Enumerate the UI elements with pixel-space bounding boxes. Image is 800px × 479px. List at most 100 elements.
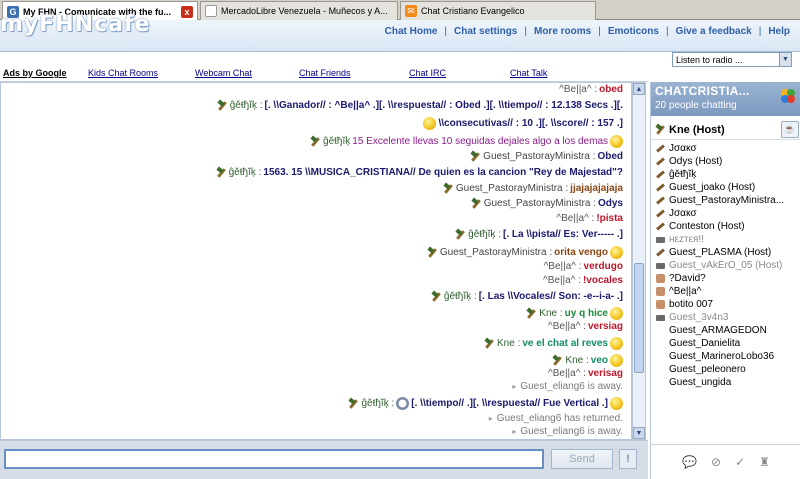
message-nick[interactable]: ^Be||a^ : [544, 261, 582, 272]
chat-message: ^Be||a^ : obed [559, 84, 623, 95]
message-nick[interactable]: Kne : [565, 355, 588, 366]
chat-scrollbar[interactable]: ▲ ▼ [632, 82, 646, 440]
message-nick[interactable]: Guest_PastorayMinistra : [484, 198, 596, 209]
hammer-icon [654, 156, 667, 167]
ad-link-chat-friends[interactable]: Chat Friends [299, 68, 351, 78]
chat-message: ^Be||a^ : !vocales [543, 275, 623, 286]
hammer-icon [443, 184, 453, 194]
nav-chat-settings[interactable]: Chat settings [454, 26, 517, 37]
message-nick[interactable]: ĝěŧђĭķ : [229, 167, 262, 178]
chat-bubble-icon[interactable]: 💬 [682, 455, 697, 469]
ad-link-chat-talk[interactable]: Chat Talk [510, 68, 547, 78]
chat-message: ĝěŧђĭķ 15 Excelente llevas 10 seguidas d… [310, 135, 623, 148]
user-item[interactable]: Jσαкσ [651, 207, 800, 220]
site-header: myFHNcafe Chat Home | Chat settings | More… [0, 12, 800, 52]
message-text: jjajajajajaja [570, 183, 623, 194]
message-nick[interactable]: ĝěŧђĭķ : [230, 100, 263, 111]
scroll-up-icon[interactable]: ▲ [633, 83, 645, 95]
alert-button[interactable]: ! [619, 449, 637, 469]
message-nick[interactable]: Guest_PastorayMinistra : [483, 151, 595, 162]
hammer-icon [526, 309, 536, 319]
user-item[interactable]: Guest_joako (Host) [651, 181, 800, 194]
system-message: Guest_eliang6 is away. [520, 381, 623, 392]
smiley-icon [610, 397, 623, 410]
message-input-bar: Send ! [0, 440, 648, 479]
message-nick[interactable]: Guest_PastorayMinistra : [456, 183, 568, 194]
user-item[interactable]: botito 007 [651, 298, 800, 311]
user-item[interactable]: Guest_vAkErO_05 (Host) [651, 259, 800, 272]
user-item[interactable]: Guest_MarineroLobo36 [651, 350, 800, 363]
user-item[interactable]: Guest_peleonero [651, 363, 800, 376]
messenger-logo-icon [781, 89, 795, 103]
close-icon[interactable]: x [181, 5, 193, 18]
message-text: orita vengo [554, 247, 608, 258]
ad-link-kids-chat-rooms[interactable]: Kids Chat Rooms [88, 68, 158, 78]
message-input[interactable] [4, 449, 544, 469]
user-list: Jσαкσ Odys (Host) ĝěŧђĭķ Guest_joako (Ho… [651, 142, 800, 444]
user-item[interactable]: Guest_PLASMA (Host) [651, 246, 800, 259]
chat-messages: ^Be||a^ : obed ĝěŧђĭķ : [. \\Ganador// :… [0, 82, 632, 440]
message-nick[interactable]: ĝěŧђĭķ [323, 136, 350, 147]
user-item[interactable]: нεzтεя!! [651, 233, 800, 246]
hammer-icon [471, 199, 481, 209]
user-item[interactable]: Guest_ungida [651, 376, 800, 389]
ads-by-google-label[interactable]: Ads by Google [3, 68, 67, 78]
nav-give-feedback[interactable]: Give a feedback [676, 26, 752, 37]
kick-icon[interactable]: ♜ [759, 455, 770, 469]
message-text: obed [599, 84, 623, 95]
message-nick[interactable]: Kne : [539, 308, 562, 319]
site-logo[interactable]: myFHNcafe [0, 12, 151, 37]
user-item[interactable]: ĝěŧђĭķ [651, 168, 800, 181]
browser-tab-chat-cristiano[interactable]: ✉ Chat Cristiano Evangelico [400, 1, 596, 20]
checkmark-icon[interactable]: ✓ [735, 455, 745, 469]
user-item[interactable]: Odys (Host) [651, 155, 800, 168]
ad-link-chat-irc[interactable]: Chat IRC [409, 68, 446, 78]
message-nick[interactable]: Guest_PastorayMinistra : [440, 247, 552, 258]
message-nick[interactable]: ^Be||a^ : [559, 84, 597, 95]
browser-tab-mercadolibre[interactable]: MercadoLibre Venezuela - Muñecos y A... [200, 1, 398, 20]
user-item[interactable]: Jσαкσ [651, 142, 800, 155]
message-nick[interactable]: ^Be||a^ : [548, 321, 586, 332]
message-nick[interactable]: Kne : [497, 338, 520, 349]
chat-message: Guest_PastorayMinistra : Odys [471, 198, 623, 209]
radio-select[interactable]: Listen to radio ... ▼ [672, 52, 792, 67]
send-button[interactable]: Send [551, 449, 613, 469]
host-user[interactable]: Kne (Host) ☕ [651, 120, 800, 140]
chat-message: ^Be||a^ : verdugo [544, 261, 623, 272]
message-nick[interactable]: ĝěŧђĭķ : [361, 398, 394, 409]
message-nick[interactable]: ^Be||a^ : [543, 275, 581, 286]
chevron-down-icon[interactable]: ▼ [779, 53, 791, 66]
user-item[interactable]: ?David? [651, 272, 800, 285]
hammer-icon [654, 247, 667, 258]
top-navigation: Chat Home | Chat settings | More rooms | Em… [384, 26, 790, 37]
user-item[interactable]: Conteston (Host) [651, 220, 800, 233]
away-icon: ▸ [512, 382, 517, 391]
nav-more-rooms[interactable]: More rooms [534, 26, 591, 37]
user-item[interactable]: Guest_3v4n3 [651, 311, 800, 324]
user-item[interactable]: Guest_ARMAGEDON [651, 324, 800, 337]
user-item[interactable]: Guest_PastorayMinistra... [651, 194, 800, 207]
hammer-icon [470, 152, 480, 162]
nav-help[interactable]: Help [768, 26, 790, 37]
clock-icon [396, 397, 410, 410]
scroll-thumb[interactable] [634, 263, 644, 373]
user-item[interactable]: ^Be||a^ [651, 285, 800, 298]
message-nick[interactable]: ^Be||a^ : [548, 368, 586, 379]
message-nick[interactable]: ĝěŧђĭķ : [444, 291, 477, 302]
ad-link-webcam-chat[interactable]: Webcam Chat [195, 68, 252, 78]
block-icon[interactable]: ⊘ [711, 455, 721, 469]
hammer-icon [654, 182, 667, 193]
user-item[interactable]: Guest_Danielita [651, 337, 800, 350]
message-nick[interactable]: ĝěŧђĭķ : [468, 229, 501, 240]
message-text: Obed [597, 151, 623, 162]
system-message: Guest_eliang6 is away. [520, 426, 623, 437]
private-message-icon[interactable]: ☕ [781, 121, 799, 138]
nav-chat-home[interactable]: Chat Home [385, 26, 438, 37]
chat-message: ĝěŧђĭķ : 1563. 15 \\MUSICA_CRISTIANA// D… [216, 167, 623, 178]
scroll-down-icon[interactable]: ▼ [633, 427, 645, 439]
avatar-icon [654, 286, 667, 297]
nav-emoticons[interactable]: Emoticons [608, 26, 659, 37]
chat-message: ▸ Guest_eliang6 is away. [512, 381, 623, 392]
message-nick[interactable]: ^Be||a^ : [556, 213, 594, 224]
message-text: [. \\Ganador// : ^Be||a^ .][. \\respuest… [264, 100, 623, 111]
